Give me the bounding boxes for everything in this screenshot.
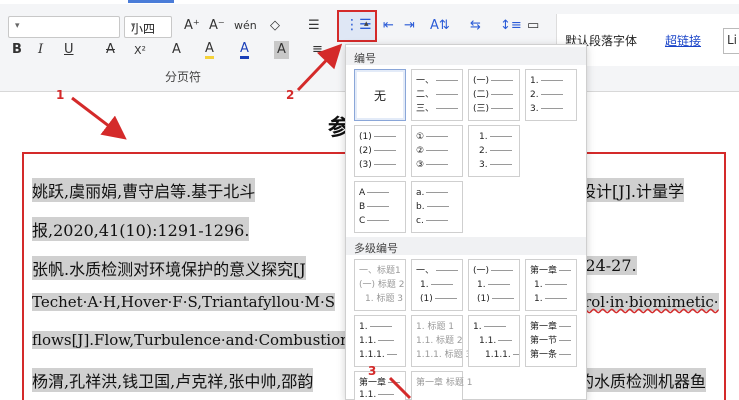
annotation-arrows: [71, 43, 412, 400]
annotation-number-2: 2: [286, 88, 295, 102]
annotation-number-1: 1: [56, 88, 65, 102]
arrow-2: [296, 43, 343, 92]
arrow-3: [388, 376, 412, 400]
annotation-number-3: 3: [368, 364, 377, 378]
arrow-1: [71, 96, 127, 140]
